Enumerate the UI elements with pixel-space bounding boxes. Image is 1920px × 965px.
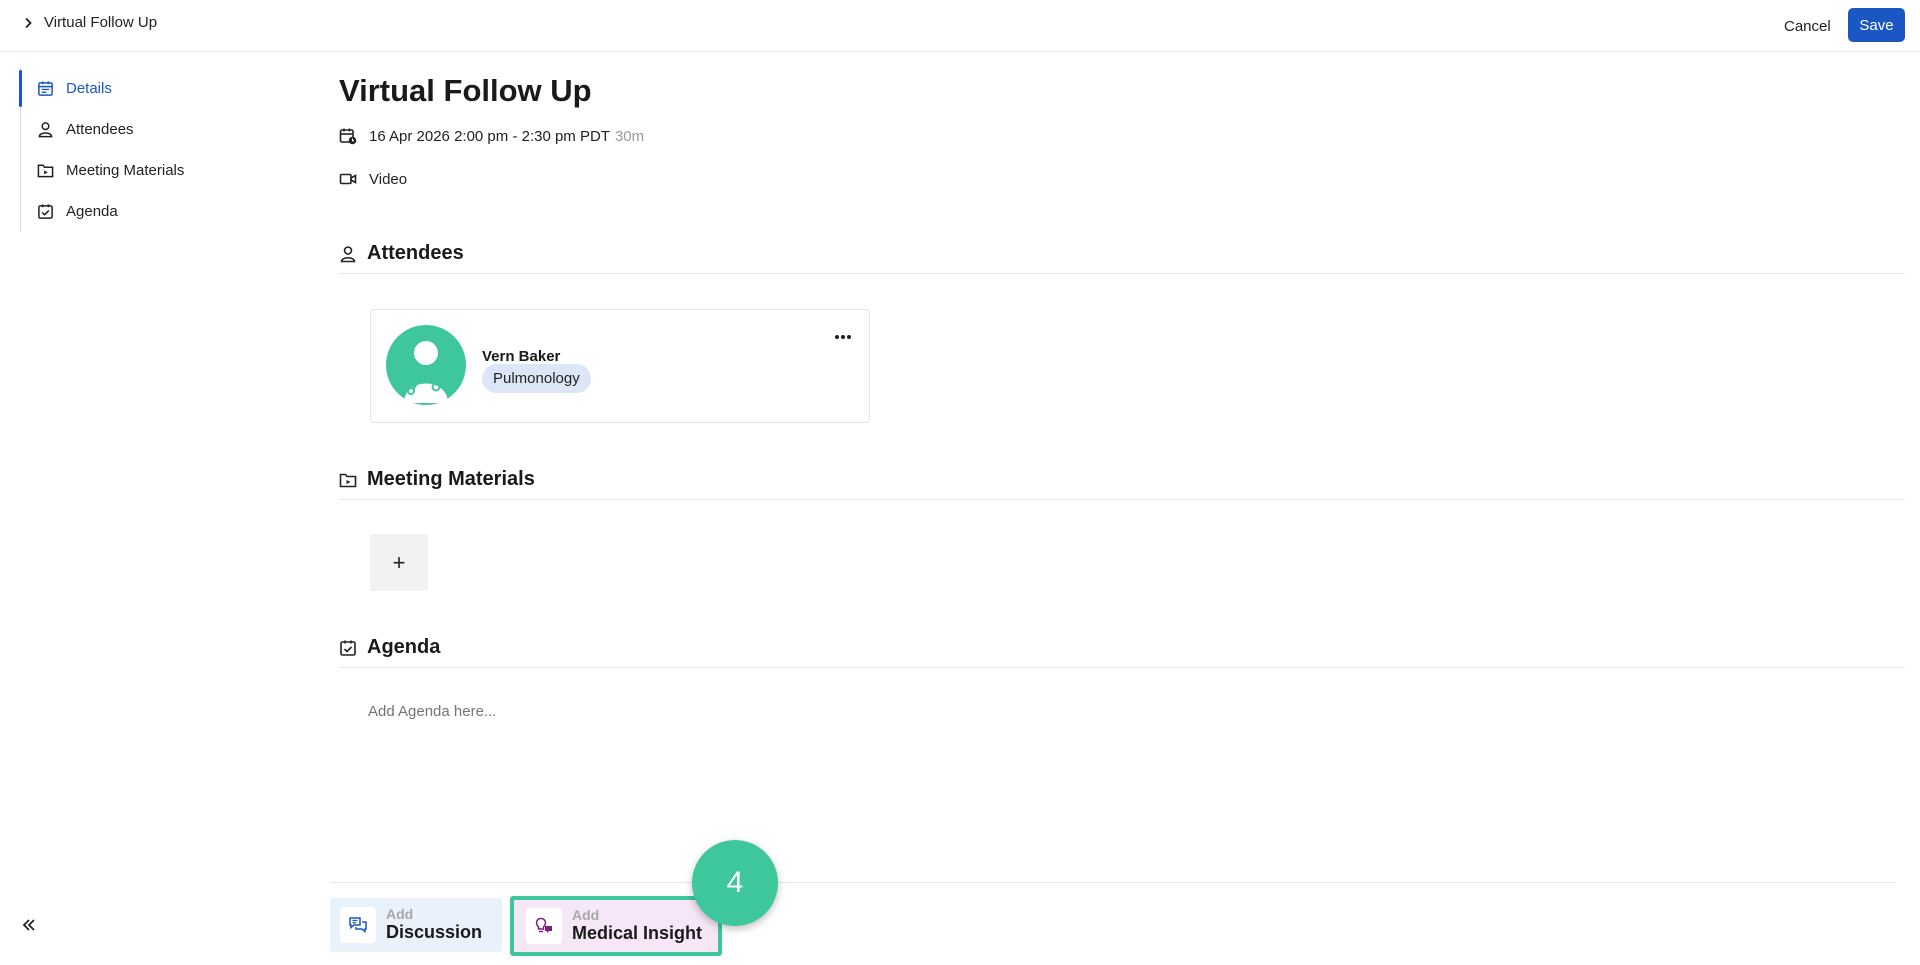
collapse-sidebar-button[interactable] bbox=[18, 914, 40, 936]
discussion-big-label: Discussion bbox=[386, 921, 483, 942]
folder-icon bbox=[37, 164, 54, 178]
attendee-more-button[interactable] bbox=[832, 330, 854, 344]
calendar-check-icon bbox=[340, 640, 356, 656]
page-title: Virtual Follow Up bbox=[339, 73, 592, 108]
datetime-text: 16 Apr 2026 2:00 pm - 2:30 pm PDT bbox=[369, 127, 610, 145]
calendar-clock-icon bbox=[339, 128, 357, 145]
cancel-button[interactable]: Cancel bbox=[1770, 10, 1845, 42]
plus-icon: + bbox=[392, 549, 406, 575]
sidebar-item-details[interactable]: Details bbox=[19, 68, 260, 109]
sidebar-item-label: Agenda bbox=[66, 203, 118, 220]
attendees-section-header: Attendees bbox=[339, 234, 1905, 274]
attendee-card[interactable]: Vern Baker Pulmonology bbox=[370, 309, 870, 423]
meeting-duration: 30m bbox=[614, 127, 645, 145]
sidebar-item-label: Attendees bbox=[66, 121, 134, 138]
insight-text: Add Medical Insight bbox=[572, 908, 702, 943]
double-chevron-left-icon bbox=[22, 919, 35, 931]
add-medical-insight-button[interactable]: Add Medical Insight bbox=[510, 896, 722, 956]
sidebar-item-meeting-materials[interactable]: Meeting Materials bbox=[21, 150, 260, 191]
lightbulb-chat-icon bbox=[535, 917, 552, 933]
insight-icon-box bbox=[526, 908, 562, 944]
meeting-datetime-row: 16 Apr 2026 2:00 pm - 2:30 pm PDT 30m bbox=[339, 127, 644, 145]
materials-section-title: Meeting Materials bbox=[367, 468, 535, 490]
discussion-icon-box bbox=[340, 907, 376, 943]
calendar-icon bbox=[38, 81, 53, 96]
person-icon bbox=[38, 122, 53, 138]
add-material-button[interactable]: + bbox=[370, 534, 428, 591]
folder-icon bbox=[339, 473, 357, 487]
bottom-divider bbox=[330, 882, 1896, 883]
calendar-check-icon bbox=[38, 204, 53, 219]
video-camera-icon bbox=[339, 173, 357, 185]
breadcrumb[interactable]: Virtual Follow Up bbox=[22, 14, 157, 31]
chevron-right-icon bbox=[25, 17, 32, 28]
agenda-input[interactable] bbox=[368, 703, 968, 720]
more-horizontal-icon bbox=[835, 335, 851, 339]
insight-big-label: Medical Insight bbox=[572, 922, 703, 943]
discussion-small-label: Add bbox=[386, 906, 414, 923]
sidebar-item-agenda[interactable]: Agenda bbox=[21, 191, 260, 232]
breadcrumb-label: Virtual Follow Up bbox=[44, 14, 158, 31]
meeting-datetime: 16 Apr 2026 2:00 pm - 2:30 pm PDT 30m bbox=[369, 128, 644, 145]
discussion-text: Add Discussion bbox=[386, 907, 482, 942]
agenda-section-header: Agenda bbox=[339, 628, 1905, 668]
sidebar-item-label: Meeting Materials bbox=[66, 162, 185, 179]
add-discussion-button[interactable]: Add Discussion bbox=[330, 898, 502, 952]
meeting-channel: Video bbox=[369, 170, 408, 188]
doctor-avatar-icon bbox=[386, 325, 466, 405]
attendees-section-title: Attendees bbox=[367, 242, 464, 264]
chat-bubbles-icon bbox=[349, 917, 367, 934]
step-number-marker: 4 bbox=[692, 840, 778, 926]
insight-small-label: Add bbox=[572, 907, 600, 924]
agenda-section-title: Agenda bbox=[367, 636, 441, 658]
attendee-name: Vern Baker bbox=[482, 348, 561, 365]
sidebar-item-label: Details bbox=[66, 80, 112, 97]
specialty-badge: Pulmonology bbox=[482, 364, 591, 393]
save-button[interactable]: Save bbox=[1848, 8, 1905, 42]
sidebar-nav: Details Attendees Meeting Materials Agen… bbox=[19, 68, 260, 232]
sidebar-item-attendees[interactable]: Attendees bbox=[21, 109, 260, 150]
meeting-channel-row: Video bbox=[339, 170, 407, 188]
top-bar: Virtual Follow Up Cancel Save bbox=[0, 0, 1920, 52]
person-icon bbox=[340, 245, 356, 262]
materials-section-header: Meeting Materials bbox=[339, 460, 1905, 500]
